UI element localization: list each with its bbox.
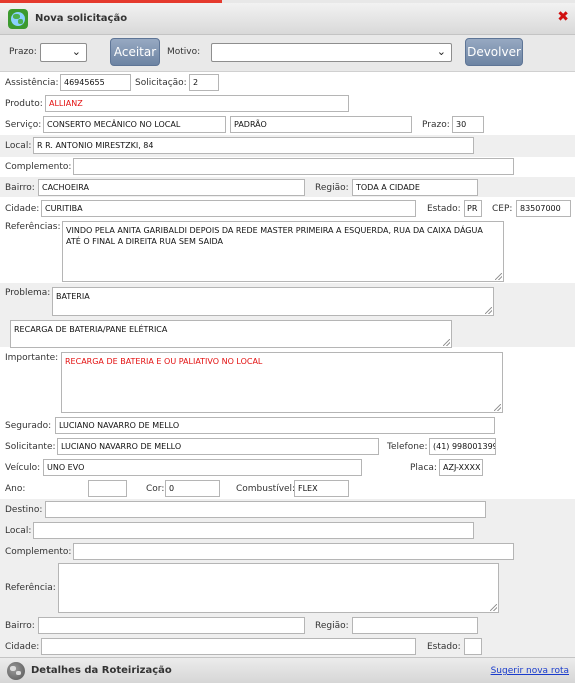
assistencia-label: Assistência: <box>5 78 59 88</box>
motivo-select[interactable]: ⌄ <box>211 43 452 62</box>
ano-field[interactable] <box>88 480 127 497</box>
destino-cidade-label: Cidade: <box>5 642 40 652</box>
destino-regiao-field[interactable] <box>352 617 478 634</box>
aceitar-button[interactable]: Aceitar <box>110 38 160 66</box>
referencias-textarea[interactable]: VINDO PELA ANITA GARIBALDI DEPOIS DA RED… <box>62 221 504 282</box>
destino-estado-label: Estado: <box>427 642 461 652</box>
regiao-label: Região: <box>315 183 349 193</box>
destino-referencia-textarea[interactable] <box>58 563 499 613</box>
problema-text: BATERIA <box>56 292 90 301</box>
chevron-down-icon: ⌄ <box>436 45 446 58</box>
resize-grip-icon[interactable] <box>490 604 497 611</box>
destino-local-field[interactable] <box>33 522 474 539</box>
cor-label: Cor: <box>146 484 165 494</box>
destino-bairro-field[interactable] <box>38 617 305 634</box>
destino-bairro-label: Bairro: <box>5 621 35 631</box>
prazo-field[interactable]: 30 <box>452 116 484 133</box>
routing-footer: Detalhes da Roteirização Sugerir nova ro… <box>0 657 575 683</box>
dialog-titlebar: Nova solicitação ✖ <box>0 3 575 35</box>
destino-complemento-label: Complemento: <box>5 547 72 557</box>
close-icon[interactable]: ✖ <box>557 10 569 24</box>
prazo-form-label: Prazo: <box>422 120 450 130</box>
telefone-field[interactable]: (41) 998001399 <box>429 438 496 455</box>
servico-label: Serviço: <box>5 120 42 130</box>
cep-label: CEP: <box>492 204 513 214</box>
estado-field[interactable]: PR <box>464 200 482 217</box>
resize-grip-icon[interactable] <box>495 273 502 280</box>
complemento-label: Complemento: <box>5 162 72 172</box>
referencias-text: VINDO PELA ANITA GARIBALDI DEPOIS DA RED… <box>66 226 483 246</box>
combustivel-label: Combustível: <box>236 484 296 494</box>
cor-field[interactable]: 0 <box>165 480 220 497</box>
placa-field[interactable]: AZJ-XXXX <box>439 459 483 476</box>
servico-tipo-field[interactable]: PADRÃO <box>230 116 412 133</box>
cidade-label: Cidade: <box>5 204 40 214</box>
destino-local-label: Local: <box>5 526 32 536</box>
problema-textarea[interactable]: BATERIA <box>52 287 494 316</box>
cep-field[interactable]: 83507000 <box>516 200 571 217</box>
placa-label: Placa: <box>410 463 437 473</box>
suggest-route-link[interactable]: Sugerir nova rota <box>491 666 569 676</box>
complemento-field[interactable] <box>73 158 514 175</box>
importante-label: Importante: <box>5 353 59 363</box>
problema-detalhe-textarea[interactable]: RECARGA DE BATERIA/PANE ELÉTRICA <box>10 320 452 348</box>
solicitacao-label: Solicitação: <box>135 78 187 88</box>
importante-textarea[interactable]: RECARGA DE BATERIA E OU PALIATIVO NO LOC… <box>61 352 503 413</box>
destino-estado-field[interactable] <box>464 638 482 655</box>
chevron-down-icon: ⌄ <box>71 45 81 58</box>
segurado-field[interactable]: LUCIANO NAVARRO DE MELLO <box>55 417 495 434</box>
destino-label: Destino: <box>5 505 43 515</box>
solicitante-field[interactable]: LUCIANO NAVARRO DE MELLO <box>57 438 379 455</box>
problema-detalhe-text: RECARGA DE BATERIA/PANE ELÉTRICA <box>14 325 168 334</box>
referencias-label: Referências: <box>5 222 61 232</box>
resize-grip-icon[interactable] <box>485 307 492 314</box>
ano-label: Ano: <box>5 484 26 494</box>
destino-cidade-field[interactable] <box>41 638 416 655</box>
dialog-title: Nova solicitação <box>35 13 128 24</box>
cidade-field[interactable]: CURITIBA <box>41 200 416 217</box>
estado-label: Estado: <box>427 204 461 214</box>
segurado-label: Segurado: <box>5 421 52 431</box>
resize-grip-icon[interactable] <box>494 404 501 411</box>
problema-label: Problema: <box>5 288 51 298</box>
solicitacao-field[interactable]: 2 <box>189 74 219 91</box>
bairro-label: Bairro: <box>5 183 35 193</box>
destino-referencia-label: Referência: <box>5 583 56 593</box>
local-label: Local: <box>5 141 32 151</box>
telefone-label: Telefone: <box>387 442 428 452</box>
globe-icon <box>7 662 25 680</box>
bairro-field[interactable]: CACHOEIRA <box>38 179 305 196</box>
importante-text: RECARGA DE BATERIA E OU PALIATIVO NO LOC… <box>65 357 263 366</box>
devolver-button[interactable]: Devolver <box>465 38 523 66</box>
assistencia-field[interactable]: 46945655 <box>60 74 131 91</box>
veiculo-field[interactable]: UNO EVO <box>43 459 362 476</box>
globe-icon <box>8 9 28 29</box>
prazo-select[interactable]: ⌄ <box>40 43 87 62</box>
motivo-label: Motivo: <box>167 47 201 57</box>
combustivel-field[interactable]: FLEX <box>294 480 349 497</box>
resize-grip-icon[interactable] <box>443 339 450 346</box>
produto-field[interactable]: ALLIANZ <box>45 95 349 112</box>
routing-details-title: Detalhes da Roteirização <box>31 665 172 676</box>
veiculo-label: Veículo: <box>5 463 41 473</box>
destino-complemento-field[interactable] <box>73 543 514 560</box>
destino-regiao-label: Região: <box>315 621 349 631</box>
servico-field[interactable]: CONSERTO MECÂNICO NO LOCAL <box>43 116 226 133</box>
produto-label: Produto: <box>5 99 43 109</box>
local-field[interactable]: R R. ANTONIO MIRESTZKI, 84 <box>33 137 474 154</box>
action-toolbar: Prazo: ⌄ Aceitar Motivo: ⌄ Devolver <box>0 35 575 72</box>
prazo-label: Prazo: <box>9 47 37 57</box>
regiao-field[interactable]: TODA A CIDADE <box>352 179 478 196</box>
destino-field[interactable] <box>45 501 486 518</box>
solicitante-label: Solicitante: <box>5 442 56 452</box>
